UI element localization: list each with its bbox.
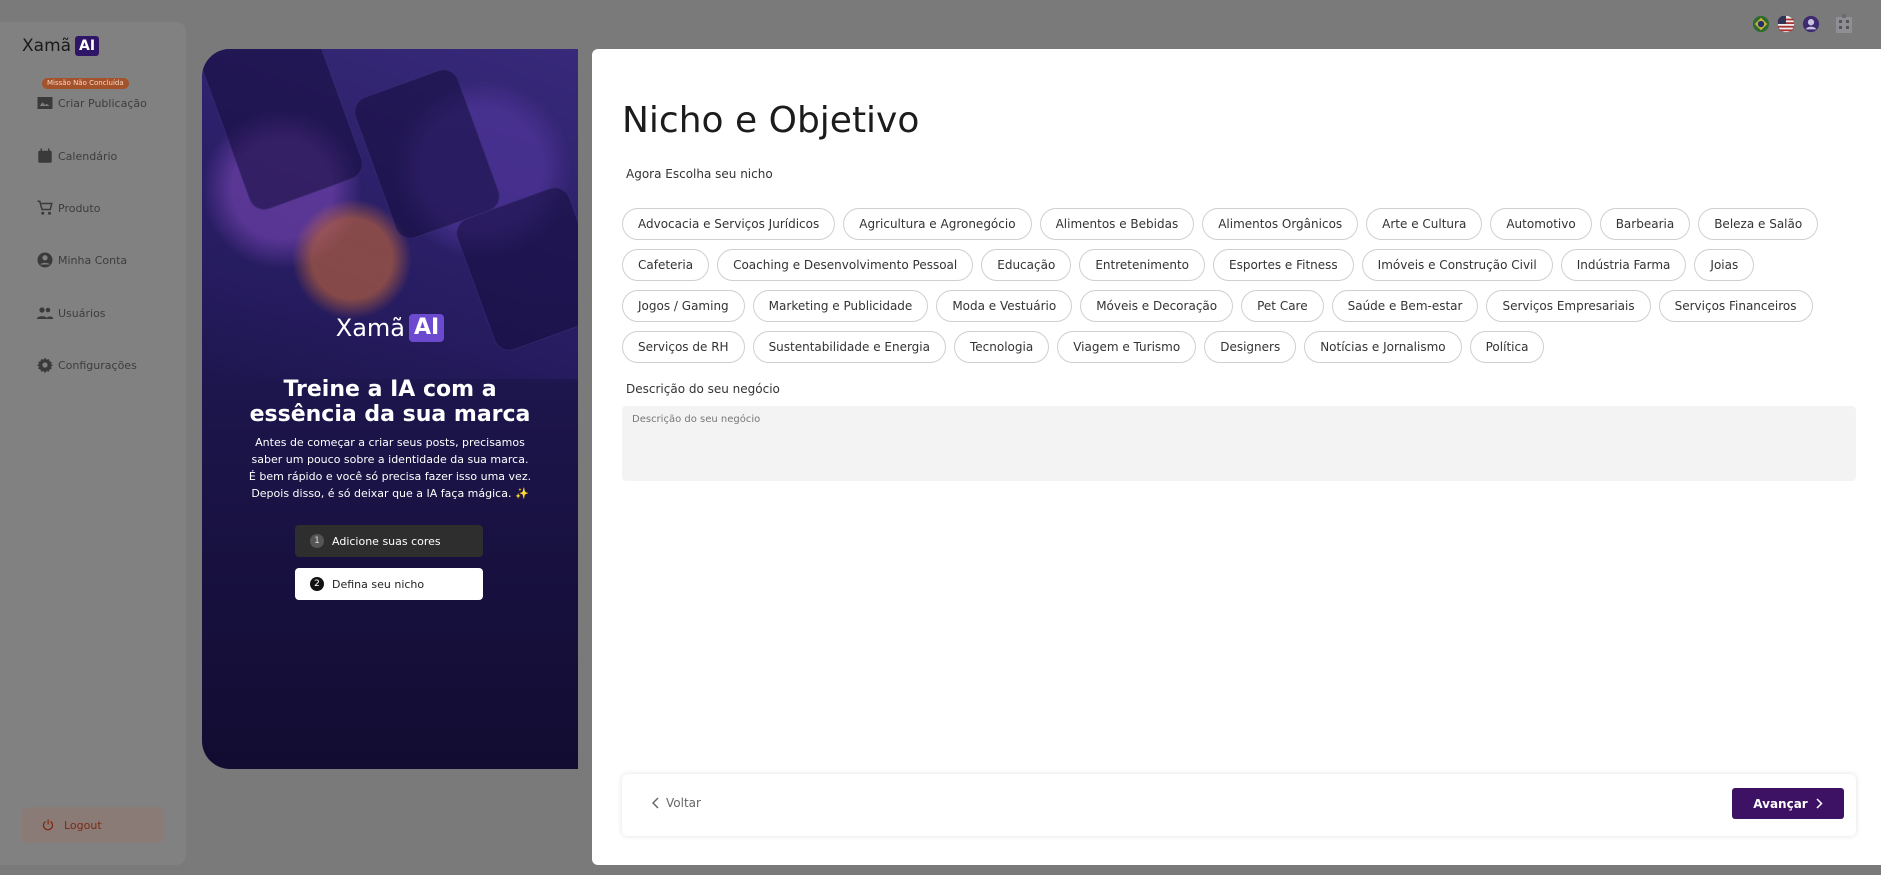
niche-chip[interactable]: Moda e Vestuário xyxy=(936,290,1073,322)
niche-chip-row: Jogos / Gaming Marketing e Publicidade M… xyxy=(622,290,1862,322)
hero-title-line: essência da sua marca xyxy=(249,402,531,427)
mission-status-badge: Missão Não Concluída xyxy=(42,78,129,89)
niche-chip[interactable]: Viagem e Turismo xyxy=(1057,331,1197,363)
sidebar-item-produto[interactable]: Produto xyxy=(36,199,100,217)
hero-text-line: Depois disso, é só deixar que a IA faça … xyxy=(251,487,529,500)
next-button[interactable]: Avançar xyxy=(1732,788,1844,819)
step-add-colors[interactable]: 1 Adicione suas cores xyxy=(295,525,483,557)
niche-chip[interactable]: Educação xyxy=(981,249,1072,281)
niche-chip-row: Advocacia e Serviços Jurídicos Agricultu… xyxy=(622,208,1862,240)
niche-chip[interactable]: Pet Care xyxy=(1241,290,1324,322)
niche-chip[interactable]: Notícias e Jornalismo xyxy=(1304,331,1462,363)
niche-chip[interactable]: Barbearia xyxy=(1599,208,1691,240)
niche-chip[interactable]: Agricultura e Agronegócio xyxy=(843,208,1032,240)
niche-chip[interactable]: Imóveis e Construção Civil xyxy=(1361,249,1553,281)
sidebar-item-label: Usuários xyxy=(58,306,106,320)
onboarding-hero-card: Xamã AI Treine a IA com a essência da su… xyxy=(202,49,578,769)
sidebar-item-configuracoes[interactable]: Configurações xyxy=(36,356,137,374)
step-label: Defina seu nicho xyxy=(332,577,425,591)
hero-text-line: É bem rápido e você só precisa fazer iss… xyxy=(248,470,532,483)
niche-chip[interactable]: Esportes e Fitness xyxy=(1213,249,1354,281)
step-define-niche[interactable]: 2 Defina seu nicho xyxy=(295,568,483,600)
hero-logo-text: Xamã xyxy=(335,314,405,342)
top-right-toolbar xyxy=(1752,13,1855,35)
niche-chip[interactable]: Serviços Empresariais xyxy=(1486,290,1651,322)
sidebar-item-calendario[interactable]: Calendário xyxy=(36,147,117,165)
us-flag-icon[interactable] xyxy=(1777,15,1795,33)
niche-chip[interactable]: Alimentos Orgânicos xyxy=(1202,208,1359,240)
description-label: Descrição do seu negócio xyxy=(626,382,780,396)
logout-label: Logout xyxy=(64,818,102,832)
page-title: Nicho e Objetivo xyxy=(622,100,920,141)
niche-chip[interactable]: Marketing e Publicidade xyxy=(752,290,929,322)
users-icon xyxy=(36,307,54,319)
brazil-flag-icon[interactable] xyxy=(1752,15,1770,33)
niche-chip[interactable]: Arte e Cultura xyxy=(1366,208,1483,240)
logout-button[interactable]: Logout xyxy=(22,807,164,843)
step-label: Adicione suas cores xyxy=(332,534,441,548)
calendar-icon xyxy=(38,148,52,163)
power-icon xyxy=(42,819,54,831)
hero-logo: Xamã AI xyxy=(202,314,578,342)
niche-chip[interactable]: Coaching e Desenvolvimento Pessoal xyxy=(717,249,974,281)
niche-chip[interactable]: Alimentos e Bebidas xyxy=(1039,208,1195,240)
niche-chip-row: Serviços de RH Sustentabilidade e Energi… xyxy=(622,331,1862,363)
user-icon xyxy=(37,252,53,268)
hero-text-line: Antes de começar a criar seus posts, pre… xyxy=(255,436,525,449)
sidebar-item-usuarios[interactable]: Usuários xyxy=(36,304,106,322)
niche-chip[interactable]: Sustentabilidade e Energia xyxy=(752,331,946,363)
logo-text: Xamã xyxy=(22,36,72,56)
niche-chip[interactable]: Serviços Financeiros xyxy=(1658,290,1813,322)
niche-chip[interactable]: Serviços de RH xyxy=(622,331,745,363)
niche-chip[interactable]: Saúde e Bem-estar xyxy=(1331,290,1479,322)
niche-chip-row: Cafeteria Coaching e Desenvolvimento Pes… xyxy=(622,249,1862,281)
niche-form-panel: Nicho e Objetivo Agora Escolha seu nicho… xyxy=(592,49,1881,865)
hero-description: Antes de começar a criar seus posts, pre… xyxy=(216,434,564,502)
hero-text-line: saber um pouco sobre a identidade da sua… xyxy=(251,453,529,466)
niche-chip[interactable]: Política xyxy=(1469,331,1545,363)
image-icon xyxy=(37,97,53,109)
sidebar-item-label: Calendário xyxy=(58,149,118,163)
description-field[interactable] xyxy=(622,406,1856,481)
niche-chip[interactable]: Automotivo xyxy=(1490,208,1592,240)
step-number: 1 xyxy=(310,534,324,548)
chevron-left-icon xyxy=(652,797,659,809)
sidebar-item-label: Produto xyxy=(58,201,101,215)
sidebar-item-label: Criar Publicação xyxy=(58,96,147,110)
logo-ai-badge: AI xyxy=(75,36,100,56)
step-number: 2 xyxy=(310,577,324,591)
sidebar-item-label: Configurações xyxy=(58,358,137,372)
niche-chip[interactable]: Indústria Farma xyxy=(1560,249,1687,281)
hero-title-line: Treine a IA com a xyxy=(283,377,497,402)
sidebar-item-criar-publicacao[interactable]: Criar Publicação xyxy=(36,94,147,112)
niche-chip[interactable]: Jogos / Gaming xyxy=(622,290,745,322)
niche-chip[interactable]: Beleza e Salão xyxy=(1698,208,1819,240)
niche-chip[interactable]: Joias xyxy=(1694,249,1755,281)
niche-chip[interactable]: Entretenimento xyxy=(1079,249,1206,281)
form-footer: Voltar Avançar xyxy=(622,774,1856,836)
niche-chip-list: Advocacia e Serviços Jurídicos Agricultu… xyxy=(622,208,1862,372)
niche-chip[interactable]: Designers xyxy=(1204,331,1297,363)
back-label: Voltar xyxy=(666,796,701,810)
building-icon[interactable] xyxy=(1833,13,1855,35)
cart-icon xyxy=(37,200,53,215)
hero-logo-ai-badge: AI xyxy=(409,314,445,342)
back-button[interactable]: Voltar xyxy=(652,796,701,810)
hero-title: Treine a IA com a essência da sua marca xyxy=(202,377,578,427)
niche-chip[interactable]: Tecnologia xyxy=(954,331,1050,363)
chevron-right-icon xyxy=(1816,798,1823,809)
avatar[interactable] xyxy=(1802,15,1820,33)
sidebar-item-label: Minha Conta xyxy=(58,253,128,267)
sidebar-item-minha-conta[interactable]: Minha Conta xyxy=(36,251,127,269)
niche-chip[interactable]: Cafeteria xyxy=(622,249,710,281)
niche-chip[interactable]: Móveis e Decoração xyxy=(1080,290,1234,322)
niche-chip[interactable]: Advocacia e Serviços Jurídicos xyxy=(622,208,836,240)
sidebar-logo[interactable]: Xamã AI xyxy=(22,36,100,56)
sidebar: Xamã AI Missão Não Concluída Criar Publi… xyxy=(0,22,186,865)
niche-subtitle: Agora Escolha seu nicho xyxy=(626,167,773,181)
next-label: Avançar xyxy=(1753,796,1808,811)
gear-icon xyxy=(36,357,54,374)
